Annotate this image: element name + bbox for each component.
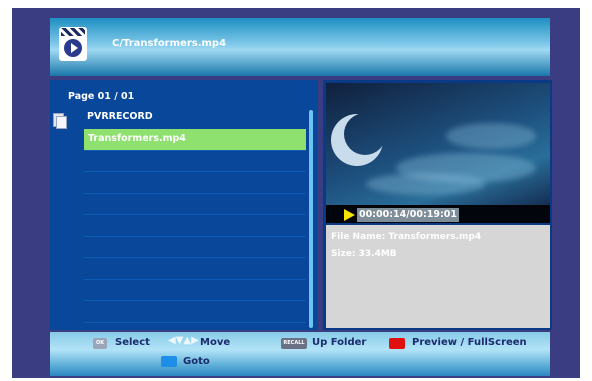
folder-icon — [53, 113, 67, 129]
header-bar: C/Transformers.mp4 — [50, 18, 550, 76]
recall-key-icon: RECALL — [281, 338, 307, 349]
file-info-panel: File Name: Transformers.mp4 Size: 33.4MB — [326, 225, 550, 328]
file-rows: Transformers.mp4 — [84, 129, 306, 344]
footer-help-bar: OK Select ◀▼▲▶ Move RECALL Up Folder Pre… — [50, 332, 550, 376]
file-row[interactable] — [84, 194, 306, 215]
page-indicator: Page 01 / 01 — [68, 91, 135, 102]
file-row[interactable] — [84, 258, 306, 280]
up-folder-label: Up Folder — [312, 337, 367, 348]
file-row[interactable] — [84, 151, 306, 172]
media-player-screen: C/Transformers.mp4 Page 01 / 01 PVRRECOR… — [12, 8, 580, 378]
playback-bar: 00:00:14/00:19:01 — [326, 207, 550, 223]
file-row[interactable] — [84, 215, 306, 237]
list-scrollbar[interactable] — [309, 110, 313, 328]
file-size-info: Size: 33.4MB — [331, 249, 397, 259]
red-key-icon — [389, 338, 405, 349]
folder-item-pvrrecord[interactable]: PVRRECORD — [87, 111, 153, 122]
file-list-panel: Page 01 / 01 PVRRECORD Transformers.mp4 — [50, 80, 318, 344]
select-label: Select — [115, 337, 150, 348]
video-preview[interactable]: 00:00:14/00:19:01 — [326, 83, 550, 223]
preview-fullscreen-label: Preview / FullScreen — [412, 337, 527, 348]
file-name-info: File Name: Transformers.mp4 — [331, 232, 482, 242]
file-row[interactable] — [84, 172, 306, 194]
ok-key-icon: OK — [93, 338, 107, 349]
file-row[interactable] — [84, 237, 306, 258]
video-clapper-icon — [59, 27, 87, 61]
move-label: Move — [200, 337, 231, 348]
blue-key-icon — [161, 356, 177, 367]
play-icon[interactable] — [344, 209, 355, 221]
goto-label: Goto — [183, 356, 210, 367]
file-row[interactable] — [84, 301, 306, 323]
arrows-icon: ◀▼▲▶ — [168, 335, 199, 346]
current-path: C/Transformers.mp4 — [112, 38, 227, 49]
video-frame — [326, 83, 550, 205]
file-row-selected[interactable]: Transformers.mp4 — [84, 129, 306, 151]
moon-image — [344, 113, 386, 155]
playback-time: 00:00:14/00:19:01 — [357, 208, 459, 222]
file-row[interactable] — [84, 280, 306, 301]
